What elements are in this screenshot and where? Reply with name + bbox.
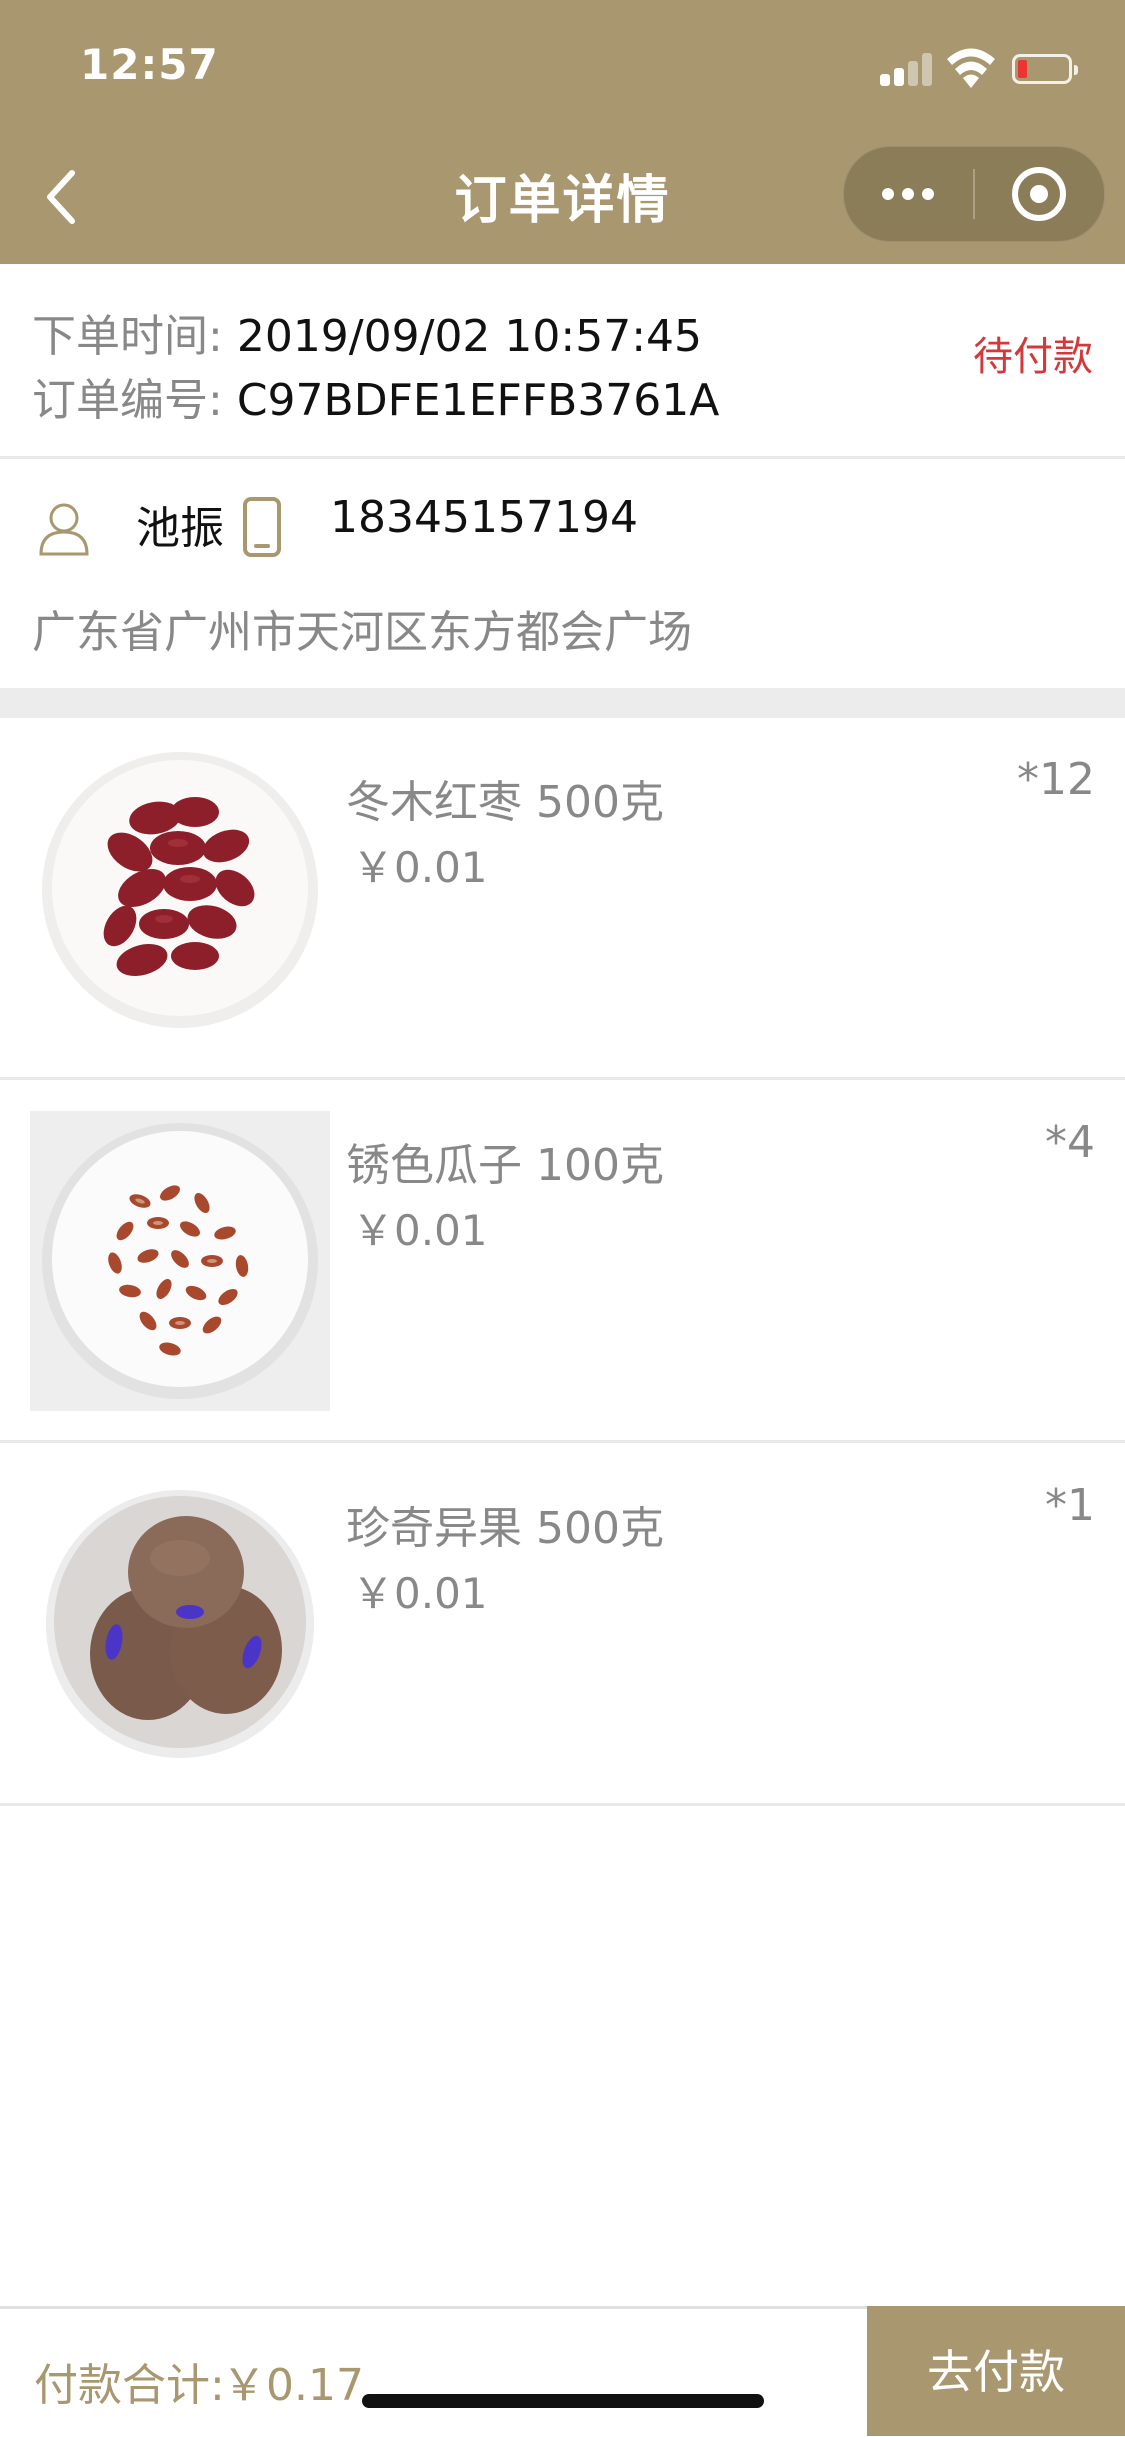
total-label: 付款合计: xyxy=(34,2360,225,2411)
person-icon xyxy=(39,503,89,556)
product-name: 冬木红枣 500克 xyxy=(346,777,664,828)
delivery-address: 广东省广州市天河区东方都会广场 xyxy=(32,607,692,658)
kiwi-fruit-image xyxy=(30,1474,330,1774)
phone-icon xyxy=(243,497,281,557)
order-time-label: 下单时间: xyxy=(32,311,223,362)
product-name: 锈色瓜子 100克 xyxy=(346,1140,664,1191)
order-time-row: 下单时间: 2019/09/02 10:57:45 xyxy=(32,300,702,364)
product-quantity: *4 xyxy=(1045,1117,1095,1168)
cellular-signal-icon xyxy=(880,52,932,86)
contact-phone: 18345157194 xyxy=(330,492,638,543)
battery-icon xyxy=(1012,54,1078,84)
product-quantity: *12 xyxy=(1017,754,1095,805)
list-item[interactable]: 锈色瓜子 100克 ￥0.01 *4 xyxy=(0,1081,1125,1443)
divider xyxy=(0,456,1125,459)
order-info-section: 下单时间: 2019/09/02 10:57:45 订单编号: C97BDFE1… xyxy=(0,264,1125,456)
status-time: 12:57 xyxy=(80,40,219,89)
product-name: 珍奇异果 500克 xyxy=(346,1503,664,1554)
product-price: ￥0.01 xyxy=(352,1206,488,1255)
product-price: ￥0.01 xyxy=(352,843,488,892)
red-dates-image xyxy=(30,748,330,1048)
melon-seeds-image xyxy=(30,1111,330,1411)
home-indicator[interactable] xyxy=(362,2394,764,2408)
pay-button[interactable]: 去付款 xyxy=(867,2306,1125,2436)
list-item[interactable]: 冬木红枣 500克 ￥0.01 *12 xyxy=(0,718,1125,1080)
order-number-row: 订单编号: C97BDFE1EFFB3761A xyxy=(32,364,719,428)
order-number-label: 订单编号: xyxy=(32,375,223,426)
contact-row: 池振 18345157194 xyxy=(0,462,1125,592)
order-time-value: 2019/09/02 10:57:45 xyxy=(236,311,703,362)
total-amount: ￥0.17 xyxy=(222,2360,364,2411)
wifi-icon xyxy=(947,48,995,88)
section-separator xyxy=(0,688,1125,718)
list-item[interactable]: 珍奇异果 500克 ￥0.01 *1 xyxy=(0,1444,1125,1806)
product-price: ￥0.01 xyxy=(352,1569,488,1618)
more-button[interactable] xyxy=(844,147,973,241)
app-header: 12:57 订单详情 xyxy=(0,0,1125,264)
order-number-value: C97BDFE1EFFB3761A xyxy=(236,375,720,426)
contact-name: 池振 xyxy=(136,503,224,554)
product-quantity: *1 xyxy=(1045,1480,1095,1531)
order-status-badge: 待付款 xyxy=(973,334,1093,380)
close-mini-program-button[interactable] xyxy=(975,147,1104,241)
mini-program-capsule xyxy=(843,146,1105,242)
payment-bar: 付款合计: ￥0.17 去付款 xyxy=(0,2306,1125,2436)
